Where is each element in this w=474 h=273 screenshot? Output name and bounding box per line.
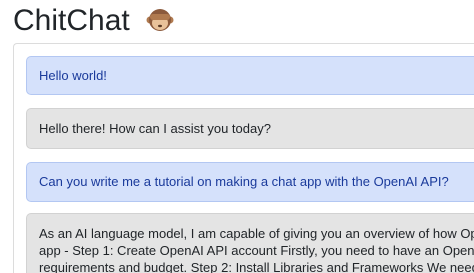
see-no-evil-monkey-icon [146,6,174,44]
message-line: As an AI language model, I am capable of… [39,226,474,241]
user-message: Hello world! [26,56,474,95]
message-text: Hello there! How can I assist you today? [39,121,271,136]
app-title: ChitChat [13,2,174,44]
message-text: Hello world! [39,68,107,83]
assistant-message: As an AI language model, I am capable of… [26,213,474,273]
message-text: Can you write me a tutorial on making a … [39,174,449,189]
chitchat-app: ChitChat Hello world! Hello there! How c… [0,0,474,273]
user-message: Can you write me a tutorial on making a … [26,162,474,202]
assistant-message: Hello there! How can I assist you today? [26,108,474,149]
message-line: requirements and budget. Step 2: Install… [39,260,474,273]
message-line: app - Step 1: Create OpenAI API account … [39,243,474,258]
app-title-text: ChitChat [13,4,130,37]
